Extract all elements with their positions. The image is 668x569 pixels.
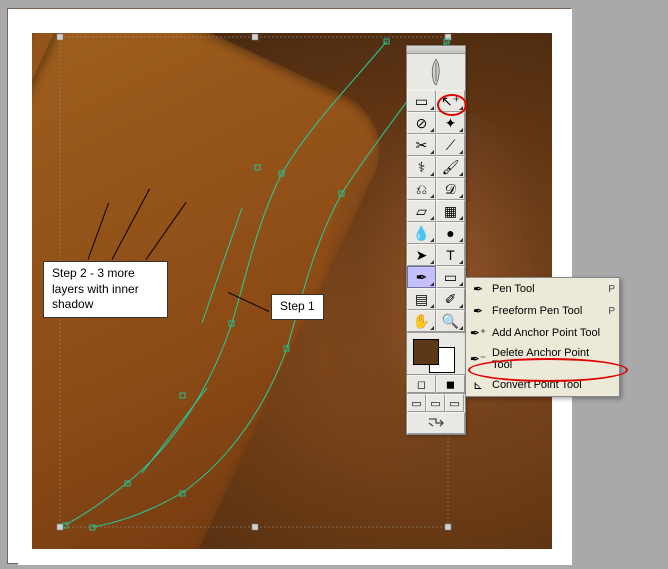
blur-tool[interactable]: 💧 [407, 222, 436, 244]
screen-standard-button[interactable]: ▭ [407, 394, 426, 412]
flyout-shortcut: P [608, 284, 615, 295]
history-brush-tool[interactable]: 𝒟 [436, 178, 465, 200]
slice-tool[interactable]: ⟋ [436, 134, 465, 156]
flyout-label: Add Anchor Point Tool [492, 327, 609, 339]
pen-tool-item[interactable]: ✒ Pen Tool P [466, 278, 619, 300]
callout-step1: Step 1 [271, 294, 324, 320]
freeform-pen-tool-item[interactable]: ✒ Freeform Pen Tool P [466, 300, 619, 322]
lasso-tool[interactable]: ⊘ [407, 112, 436, 134]
type-tool[interactable]: T [436, 244, 465, 266]
flyout-label: Freeform Pen Tool [492, 305, 602, 317]
pen-icon: ✒ [470, 281, 486, 297]
flyout-label: Pen Tool [492, 283, 602, 295]
pen-tool-flyout[interactable]: ✒ Pen Tool P ✒ Freeform Pen Tool P ✒⁺ Add Ancho… [465, 277, 620, 397]
flyout-label: Convert Point Tool [492, 379, 609, 391]
add-anchor-point-tool-item[interactable]: ✒⁺ Add Anchor Point Tool [466, 322, 619, 344]
gradient-tool[interactable]: ▦ [436, 200, 465, 222]
pen-icon: ✒⁺ [470, 325, 486, 341]
app-logo [407, 54, 465, 90]
screen-full-button[interactable]: ▭ [445, 394, 464, 412]
brush-tool[interactable]: 🖌 [436, 156, 465, 178]
hand-tool[interactable]: ✋ [407, 310, 436, 332]
flyout-shortcut: P [608, 306, 615, 317]
marquee-tool[interactable]: ▭ [407, 90, 436, 112]
delete-anchor-point-tool-item[interactable]: ✒⁻ Delete Anchor Point Tool [466, 344, 619, 374]
tools-palette[interactable]: ▭↖⁺⊘✦✂⟋⚕🖌⎌𝒟▱▦💧●➤T✒▭▤✐✋🔍 ◻ ◼ ▭ ▭ ▭ [406, 45, 466, 435]
move-tool[interactable]: ↖⁺ [436, 90, 465, 112]
magic-wand-tool[interactable]: ✦ [436, 112, 465, 134]
shape-tool[interactable]: ▭ [436, 266, 465, 288]
pen-icon: ⊾ [470, 377, 486, 393]
path-selection-tool[interactable]: ➤ [407, 244, 436, 266]
clone-stamp-tool[interactable]: ⎌ [407, 178, 436, 200]
healing-brush-tool[interactable]: ⚕ [407, 156, 436, 178]
palette-drag-handle[interactable] [407, 46, 465, 54]
standard-mode-button[interactable]: ◻ [407, 375, 436, 393]
eyedropper-tool[interactable]: ✐ [436, 288, 465, 310]
zoom-tool[interactable]: 🔍 [436, 310, 465, 332]
quickmask-mode-button[interactable]: ◼ [436, 375, 465, 393]
callout-step2: Step 2 - 3 more layers with inner shadow [43, 261, 168, 318]
crop-tool[interactable]: ✂ [407, 134, 436, 156]
pen-tool[interactable]: ✒ [407, 266, 436, 288]
foreground-color-swatch[interactable] [413, 339, 439, 365]
color-swatches[interactable] [407, 332, 465, 374]
flyout-label: Delete Anchor Point Tool [492, 347, 609, 371]
screen-full-menu-button[interactable]: ▭ [426, 394, 445, 412]
convert-point-tool-item[interactable]: ⊾ Convert Point Tool [466, 374, 619, 396]
jump-to-imageready-button[interactable] [407, 412, 465, 434]
pen-icon: ✒ [470, 303, 486, 319]
notes-tool[interactable]: ▤ [407, 288, 436, 310]
eraser-tool[interactable]: ▱ [407, 200, 436, 222]
dodge-tool[interactable]: ● [436, 222, 465, 244]
pen-icon: ✒⁻ [470, 351, 486, 367]
